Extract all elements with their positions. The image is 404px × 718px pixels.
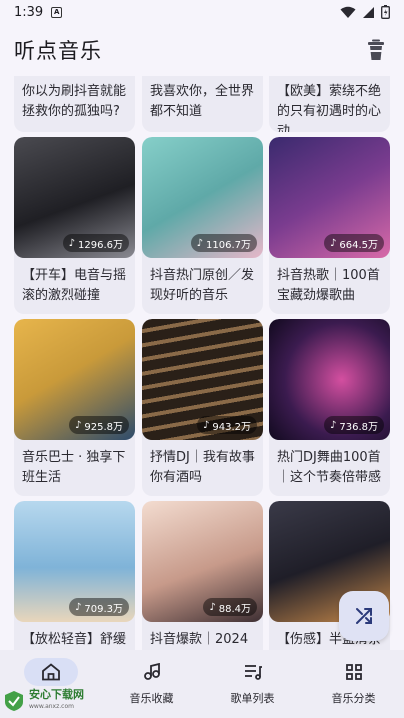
playlist-card[interactable]: ♪ 664.5万 抖音热歌｜100首宝藏劲爆歌曲 (269, 137, 390, 314)
music-note-icon: ♪ (209, 601, 216, 613)
playlist-cover: ♪ 664.5万 (269, 137, 390, 258)
app-bar: 听点音乐 (0, 24, 404, 76)
music-note-icon: ♪ (74, 601, 82, 613)
play-count: ♪ 943.2万 (196, 416, 257, 434)
nav-playlists[interactable]: 歌单列表 (202, 650, 303, 718)
playlist-card[interactable]: 你以为刷抖音就能拯救你的孤独吗? (14, 76, 135, 132)
music-note-icon: ♪ (329, 419, 337, 431)
music-note-icon: ♪ (74, 419, 82, 431)
play-count-text: 736.8万 (339, 421, 378, 433)
nav-categories-label: 音乐分类 (331, 692, 376, 705)
play-count-text: 1106.7万 (206, 239, 251, 251)
playlist-card[interactable]: ♪ 736.8万 热门DJ舞曲100首｜这个节奏倍带感 (269, 319, 390, 496)
watermark-text: 安心下载网 www.anxz.com (29, 689, 84, 713)
nav-favorites[interactable]: 音乐收藏 (101, 650, 202, 718)
playlist-card[interactable]: ♪88.4万 抖音爆款｜2024最 (142, 501, 263, 656)
play-count-text: 925.8万 (84, 421, 123, 433)
nav-favorites-icon-wrap (125, 658, 179, 686)
playlist-card[interactable]: ♪ 925.8万 音乐巴士 · 独享下班生活 (14, 319, 135, 496)
play-count: ♪ 664.5万 (323, 234, 384, 252)
playlist-title: 抒情DJ｜我有故事你有酒吗 (150, 450, 255, 485)
music-note-icon (143, 663, 160, 680)
playlist-grid: 你以为刷抖音就能拯救你的孤独吗? 我喜欢你，全世界都不知道 【欧美】萦绕不绝的只… (14, 76, 394, 656)
watermark-name: 安心下载网 (29, 688, 84, 701)
page-title: 听点音乐 (14, 39, 102, 63)
grid-icon (345, 664, 362, 680)
nav-playlists-icon-wrap (226, 658, 280, 686)
signal-icon (363, 6, 374, 18)
cup-button[interactable] (362, 36, 390, 64)
nav-playlists-label: 歌单列表 (230, 692, 275, 705)
playlist-card[interactable]: 我喜欢你，全世界都不知道 (142, 76, 263, 132)
play-count-text: 664.5万 (339, 239, 378, 251)
play-count-text: 943.2万 (212, 421, 251, 433)
playlist-title: 【开车】电音与摇滚的激烈碰撞 (22, 268, 127, 303)
watermark-url: www.anxz.com (29, 703, 74, 710)
play-count-text: 1296.6万 (78, 239, 123, 251)
playlist-card[interactable]: ♪ 943.2万 抒情DJ｜我有故事你有酒吗 (142, 319, 263, 496)
playlist-title: 抖音热歌｜100首宝藏劲爆歌曲 (277, 268, 380, 303)
playlist-title: 抖音热门原创／发现好听的音乐 (150, 268, 255, 303)
watermark-logo-icon (5, 691, 23, 711)
playlist-icon (244, 665, 262, 680)
playlist-cover: ♪ 736.8万 (269, 319, 390, 440)
play-count: ♪ 709.3万 (68, 598, 129, 616)
play-count: ♪ 88.4万 (203, 598, 257, 616)
shuffle-button[interactable] (339, 591, 389, 641)
playlist-cover: ♪ 1296.6万 (14, 137, 135, 258)
status-time: 1:39 (14, 4, 44, 20)
music-note-icon: ♪ (202, 419, 210, 431)
playlist-card[interactable]: ♪ 709.3万 【放松轻音】舒缓 (14, 501, 135, 656)
playlist-card[interactable]: ♪ 1296.6万 【开车】电音与摇滚的激烈碰撞 (14, 137, 135, 314)
playlist-card[interactable]: 【欧美】萦绕不绝的只有初遇时的心动 (269, 76, 390, 132)
playlist-title: 我喜欢你，全世界都不知道 (150, 84, 255, 119)
cup-icon (368, 39, 384, 60)
nav-categories[interactable]: 音乐分类 (303, 650, 404, 718)
playlist-title: 你以为刷抖音就能拯救你的孤独吗? (22, 84, 127, 119)
play-count-text: 88.4万 (218, 603, 251, 615)
music-note-icon: ♪ (329, 237, 337, 249)
play-count: ♪ 736.8万 (323, 416, 384, 434)
nav-favorites-label: 音乐收藏 (129, 692, 174, 705)
nav-categories-icon-wrap (327, 658, 381, 686)
status-icons (340, 5, 390, 19)
music-note-icon: ♪ (68, 237, 75, 249)
music-note-icon: ♪ (196, 237, 203, 249)
playlist-cover: ♪ 943.2万 (142, 319, 263, 440)
play-count: ♪ 1106.7万 (190, 234, 257, 252)
playlist-cover: ♪ 925.8万 (14, 319, 135, 440)
playlist-title: 【欧美】萦绕不绝的只有初遇时的心动 (277, 84, 382, 132)
home-icon (41, 663, 60, 681)
status-bar: 1:39 A (0, 0, 404, 24)
playlist-cover: ♪ 88.4万 (142, 501, 263, 622)
playlist-cover: ♪ 709.3万 (14, 501, 135, 622)
watermark: 安心下载网 www.anxz.com (2, 686, 106, 716)
playlist-cover: ♪ 1106.7万 (142, 137, 263, 258)
playlist-title: 热门DJ舞曲100首｜这个节奏倍带感 (277, 450, 382, 485)
notification-a-icon: A (51, 6, 63, 18)
app: 1:39 A 听点音乐 你以为刷抖音就能拯救你的孤独吗? 我喜欢你，全世界都不知… (0, 0, 404, 718)
wifi-icon (340, 6, 356, 18)
play-count-text: 709.3万 (84, 603, 123, 615)
shuffle-icon (356, 608, 372, 624)
battery-icon (381, 5, 390, 19)
play-count: ♪ 1296.6万 (62, 234, 129, 252)
playlist-title: 音乐巴士 · 独享下班生活 (22, 450, 126, 485)
playlist-card[interactable]: ♪ 1106.7万 抖音热门原创／发现好听的音乐 (142, 137, 263, 314)
nav-home-indicator (23, 658, 78, 686)
play-count: ♪ 925.8万 (68, 416, 129, 434)
